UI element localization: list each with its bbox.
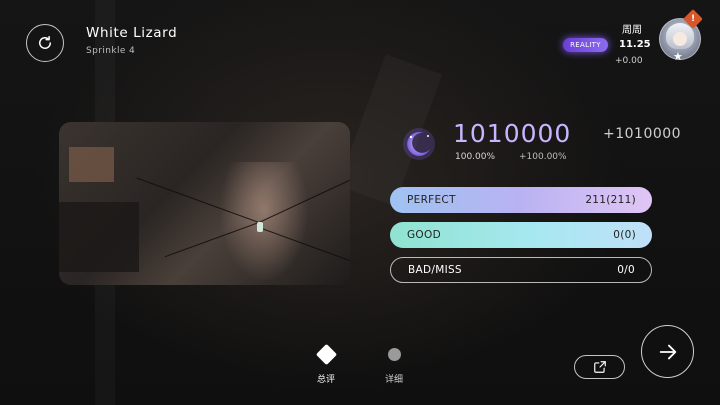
gameplay-preview[interactable] [59,122,350,285]
judgement-count: 0(0) [613,229,636,241]
player-rks: 11.25 [619,39,651,50]
preview-glow [219,162,309,282]
tab-label: 总评 [316,375,335,385]
preview-decor [59,202,139,272]
player-rks-delta: +0.00 [615,56,643,66]
diamond-icon [315,343,337,366]
tab-label: 详细 [384,375,403,385]
song-difficulty: Sprinkle 4 [86,46,136,56]
avatar-face [673,32,687,46]
preview-decor [69,147,114,182]
star-icon: ★ [673,50,683,63]
moon-icon [403,128,435,160]
judgement-count: 211(211) [585,194,636,206]
next-button[interactable] [641,325,694,378]
judgement-bad-miss: BAD/MISS 0/0 [390,257,652,283]
song-title: White Lizard [86,25,178,41]
judgement-label: BAD/MISS [408,264,462,276]
share-icon [593,361,606,373]
accuracy-delta: +100.00% [519,152,567,162]
retry-button[interactable] [26,24,64,62]
tab-detail[interactable]: 详细 [374,343,414,385]
score: 1010000 [453,119,572,148]
judgement-perfect: PERFECT 211(211) [390,187,652,213]
score-delta: +1010000 [603,126,682,142]
retry-icon [39,35,51,49]
tab-overall[interactable]: 总评 [306,343,346,385]
dot-icon [387,348,401,361]
arrow-right-icon [659,344,676,359]
player-name: 周周 [622,25,642,36]
share-button[interactable] [574,355,625,379]
judgement-good: GOOD 0(0) [390,222,652,248]
notification-icon: ! [690,14,696,24]
judgement-label: GOOD [407,229,441,241]
reality-badge: REALITY [563,38,608,52]
preview-ship [257,222,263,232]
judgement-label: PERFECT [407,194,456,206]
judgement-count: 0/0 [617,264,635,276]
accuracy: 100.00% [455,152,496,162]
